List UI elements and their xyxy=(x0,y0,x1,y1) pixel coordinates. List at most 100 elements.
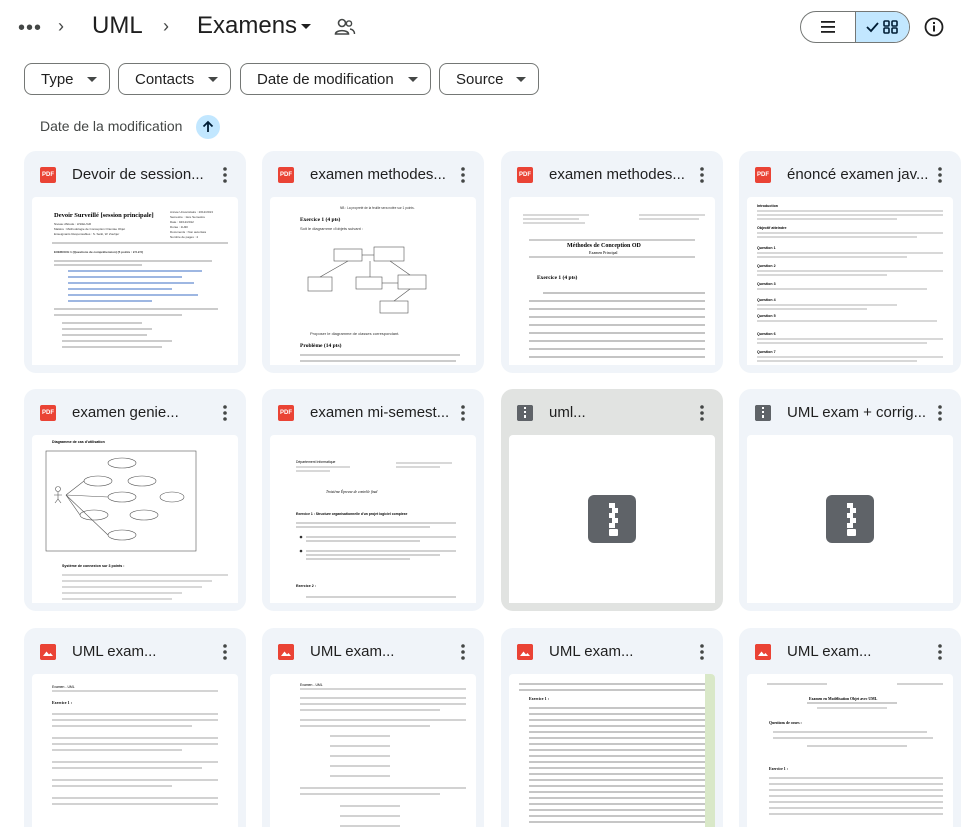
zip-archive-icon xyxy=(588,495,636,543)
card-header: uml... xyxy=(501,389,723,435)
filter-chip-contacts[interactable]: Contacts xyxy=(118,63,231,95)
chevron-right-icon: › xyxy=(58,16,64,36)
file-card[interactable]: UML exam... Exercice 1 : xyxy=(501,628,723,827)
more-vert-icon[interactable] xyxy=(216,165,234,185)
more-vert-icon[interactable] xyxy=(931,642,949,662)
image-file-icon xyxy=(517,644,533,660)
preview-heading: Question 3 xyxy=(757,282,776,286)
preview-title: Examen en Modélisation Objet avec UML xyxy=(809,697,878,701)
folder-menu-caret-icon[interactable] xyxy=(301,24,311,29)
shared-folder-icon[interactable] xyxy=(334,17,356,37)
document-preview: NB : La propreté de la feuille sera noté… xyxy=(300,206,460,362)
file-card[interactable]: PDF examen mi-semest... Département Info… xyxy=(262,389,484,611)
document-preview: Introduction Objectif atteindre Question… xyxy=(757,204,943,362)
preview-heading: Questions de cours : xyxy=(769,721,802,725)
breadcrumb-item-examens[interactable]: Examens xyxy=(197,12,297,40)
view-toggle xyxy=(800,11,910,43)
card-header: UML exam... xyxy=(739,628,961,674)
image-file-icon xyxy=(278,644,294,660)
file-name: Devoir de session... xyxy=(72,166,204,183)
file-name: examen methodes... xyxy=(310,166,446,183)
preview-line: Nombre de pages : 4 xyxy=(170,235,198,239)
file-card[interactable]: PDF Devoir de session... Devoir Surveill… xyxy=(24,151,246,373)
file-card[interactable]: PDF énoncé examen jav... Introduction Ob… xyxy=(739,151,961,373)
more-vert-icon[interactable] xyxy=(931,403,949,423)
file-thumbnail: Département Informatique Troisième Épreu… xyxy=(270,435,476,603)
list-icon xyxy=(820,21,835,33)
pdf-icon: PDF xyxy=(40,405,56,421)
filter-chip-type[interactable]: Type xyxy=(24,63,110,95)
more-vert-icon[interactable] xyxy=(693,403,711,423)
document-preview: Devoir Surveillé [session principale] Ni… xyxy=(52,210,228,348)
preview-heading: Diagramme de cas d'utilisation xyxy=(52,440,105,444)
document-preview: Exercice 1 : xyxy=(519,674,715,827)
preview-heading: Exercice 1 (4 pts) xyxy=(537,274,578,281)
pdf-icon: PDF xyxy=(40,167,56,183)
file-name: uml... xyxy=(549,404,586,421)
grid-view-button[interactable] xyxy=(854,12,909,42)
file-thumbnail: Diagramme de cas d'utilisation Système d… xyxy=(32,435,238,603)
chevron-down-icon xyxy=(516,77,526,82)
more-breadcrumbs-button[interactable]: ••• xyxy=(14,14,46,42)
card-header: PDF examen methodes... xyxy=(501,151,723,197)
file-card[interactable]: UML exam... Examen en Modélisation Objet… xyxy=(739,628,961,827)
info-icon[interactable] xyxy=(922,15,946,39)
card-header: UML exam... xyxy=(24,628,246,674)
file-name: UML exam... xyxy=(549,643,634,660)
more-vert-icon[interactable] xyxy=(693,642,711,662)
preview-heading: Système de connexion sur 3 points : xyxy=(62,564,125,568)
file-thumbnail: Examen en Modélisation Objet avec UML Qu… xyxy=(747,674,953,827)
sort-direction-button[interactable] xyxy=(196,115,220,139)
sort-label[interactable]: Date de la modification xyxy=(40,118,182,134)
file-thumbnail: Devoir Surveillé [session principale] Ni… xyxy=(32,197,238,365)
more-vert-icon[interactable] xyxy=(454,642,472,662)
file-card[interactable]: PDF examen methodes... NB : La propreté … xyxy=(262,151,484,373)
more-vert-icon[interactable] xyxy=(216,403,234,423)
file-card[interactable]: PDF examen methodes... Méthodes de Conce… xyxy=(501,151,723,373)
preview-line: Proposer le diagramme de classes corresp… xyxy=(310,331,399,336)
file-thumbnail xyxy=(509,435,715,603)
document-preview: Examen - UML xyxy=(300,683,466,827)
more-vert-icon[interactable] xyxy=(454,165,472,185)
filter-chip-label: Date de modification xyxy=(257,70,394,88)
card-header: PDF examen methodes... xyxy=(262,151,484,197)
filter-chip-date-modification[interactable]: Date de modification xyxy=(240,63,431,95)
preview-heading: Exercice 1 (4 pts) xyxy=(300,216,341,223)
preview-line: Enseignants Responsables : S. Seiki, W. … xyxy=(54,232,119,236)
file-thumbnail: NB : La propreté de la feuille sera noté… xyxy=(270,197,476,365)
preview-heading: Exercice 1 : xyxy=(529,696,549,701)
preview-line: Examen - UML xyxy=(52,685,75,689)
card-header: UML exam... xyxy=(501,628,723,674)
preview-title: Méthodes de Conception OD xyxy=(567,243,641,249)
document-preview: Examen - UML Exercice 1 : xyxy=(52,685,218,805)
preview-line: Durée : 1H30 xyxy=(170,225,188,229)
preview-heading: Question 6 xyxy=(757,332,776,336)
list-view-button[interactable] xyxy=(801,12,855,42)
file-card[interactable]: UML exam + corrig... xyxy=(739,389,961,611)
chevron-down-icon xyxy=(87,77,97,82)
breadcrumb-item-uml[interactable]: UML xyxy=(92,12,143,40)
file-card[interactable]: UML exam... Examen - UML Exercice 1 : xyxy=(24,628,246,827)
file-card[interactable]: UML exam... Examen - UML xyxy=(262,628,484,827)
file-card[interactable]: PDF examen genie... Diagramme de cas d'u… xyxy=(24,389,246,611)
more-vert-icon[interactable] xyxy=(931,165,949,185)
more-vert-icon[interactable] xyxy=(454,403,472,423)
document-preview: Examen en Modélisation Objet avec UML Qu… xyxy=(767,683,943,815)
more-vert-icon[interactable] xyxy=(693,165,711,185)
preview-line: Département Informatique xyxy=(296,460,336,464)
pdf-icon: PDF xyxy=(278,405,294,421)
zip-file-icon xyxy=(755,405,771,421)
filter-chip-source[interactable]: Source xyxy=(439,63,539,95)
preview-line: Documents : Non autorisés xyxy=(170,230,207,234)
file-name: UML exam... xyxy=(787,643,872,660)
file-card[interactable]: uml... xyxy=(501,389,723,611)
file-thumbnail xyxy=(747,435,953,603)
file-name: UML exam + corrig... xyxy=(787,404,927,421)
preview-heading: Problème (14 pts) xyxy=(300,342,342,349)
preview-heading: Exercice 1 : xyxy=(769,767,788,771)
pdf-icon: PDF xyxy=(517,167,533,183)
file-name: UML exam... xyxy=(310,643,395,660)
more-vert-icon[interactable] xyxy=(216,642,234,662)
card-header: UML exam + corrig... xyxy=(739,389,961,435)
preview-title: Troisième Épreuve de contrôle final xyxy=(326,489,377,494)
